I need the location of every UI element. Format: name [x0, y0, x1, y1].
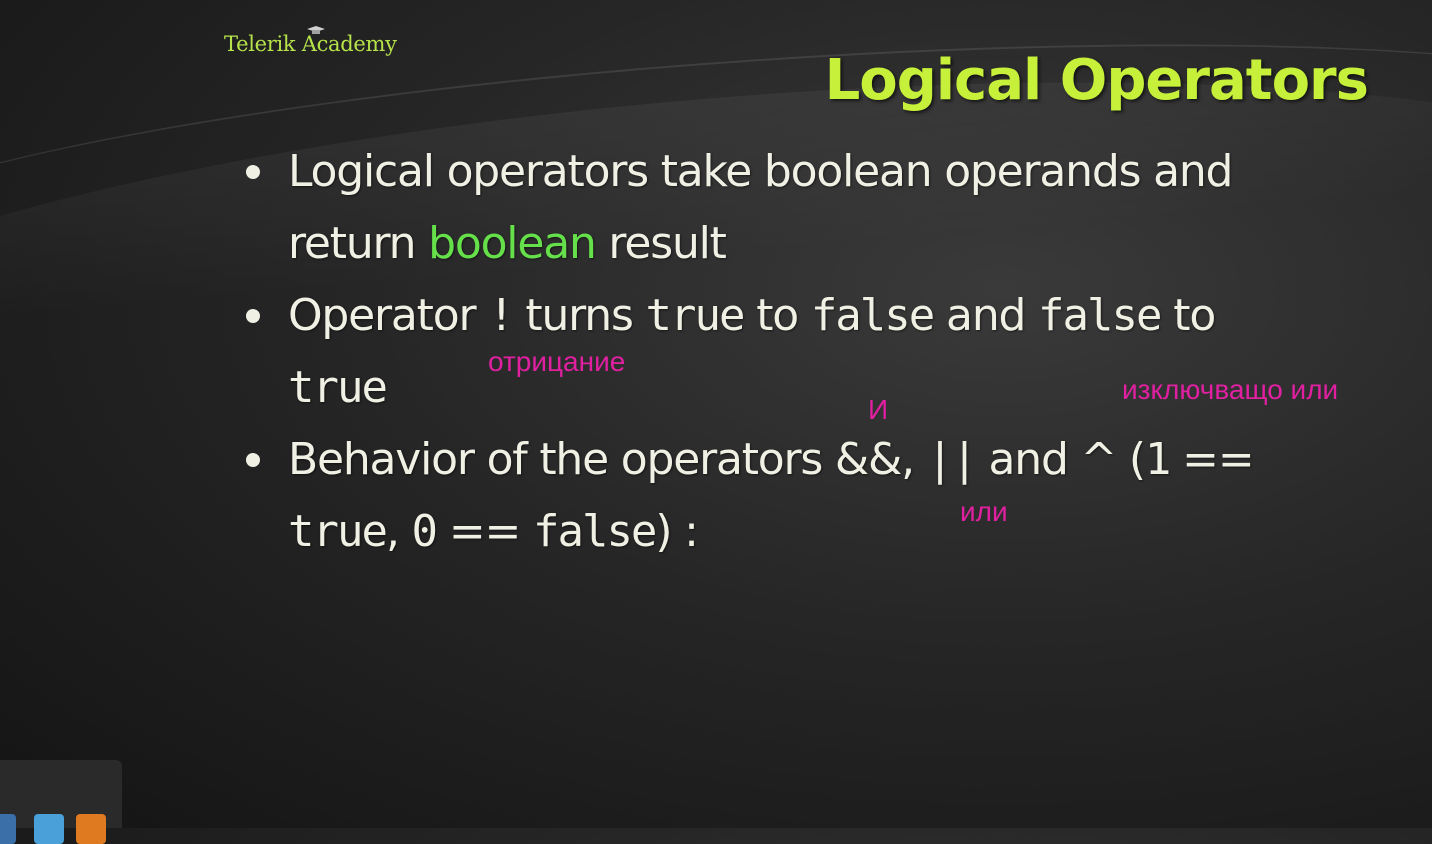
true-literal: true: [645, 290, 745, 341]
annotation-negation: отрицание: [488, 346, 626, 377]
bullet3-eq: ==: [1169, 434, 1255, 485]
bullet3-eq: ==: [436, 506, 533, 557]
false-literal: false: [1038, 290, 1162, 341]
bullet-list: Logical operators take boolean operands …: [244, 136, 1344, 568]
telerik-academy-logo: Telerik Academy: [224, 26, 397, 56]
bullet2-and: and: [933, 290, 1039, 341]
rss-icon[interactable]: [76, 814, 106, 844]
bullet-item: Behavior of the operators &&, || and ^ (…: [244, 424, 1344, 568]
bullet1-line-b-post: result: [595, 218, 726, 269]
twitter-icon[interactable]: [34, 814, 64, 844]
zero-literal: 0: [411, 506, 438, 557]
bullet2-turns: turns: [512, 290, 646, 341]
graduation-cap-icon: [307, 26, 325, 34]
boolean-highlight: boolean: [428, 218, 597, 269]
or-operator: ||: [926, 434, 978, 485]
true-literal: true: [288, 362, 388, 413]
bullet-dot: [246, 453, 260, 467]
bullet-dot: [246, 165, 260, 179]
bullet3-pre: Behavior of the operators: [288, 434, 835, 485]
bullet2-pre: Operator: [288, 290, 489, 341]
bullet2-to: to: [1160, 290, 1216, 341]
bullet3-and-word: and ^ (: [975, 434, 1146, 485]
false-literal: false: [810, 290, 935, 341]
true-literal: true: [288, 506, 388, 557]
bullet2-to: to: [743, 290, 811, 341]
annotation-xor: изключващо или: [1122, 374, 1339, 405]
bullet-item: Logical operators take boolean operands …: [244, 136, 1344, 280]
bullet1-line-b-pre: return: [288, 218, 429, 269]
bullet1-line-a: Logical operators take boolean operands …: [288, 146, 1233, 197]
and-operator: &&: [834, 434, 902, 485]
bullet3-end: ) :: [655, 506, 699, 557]
not-operator: !: [488, 290, 514, 341]
annotation-and: И: [868, 394, 889, 425]
one-literal: 1: [1144, 434, 1171, 485]
bullet-dot: [246, 309, 260, 323]
social-bar: [0, 760, 122, 844]
annotation-or: или: [960, 496, 1008, 527]
slide-title: Logical Operators: [824, 48, 1369, 113]
bullet3-comma: ,: [901, 434, 927, 485]
bullet3-comma: ,: [385, 506, 412, 557]
false-literal: false: [532, 506, 657, 557]
linkedin-icon[interactable]: [0, 814, 16, 844]
